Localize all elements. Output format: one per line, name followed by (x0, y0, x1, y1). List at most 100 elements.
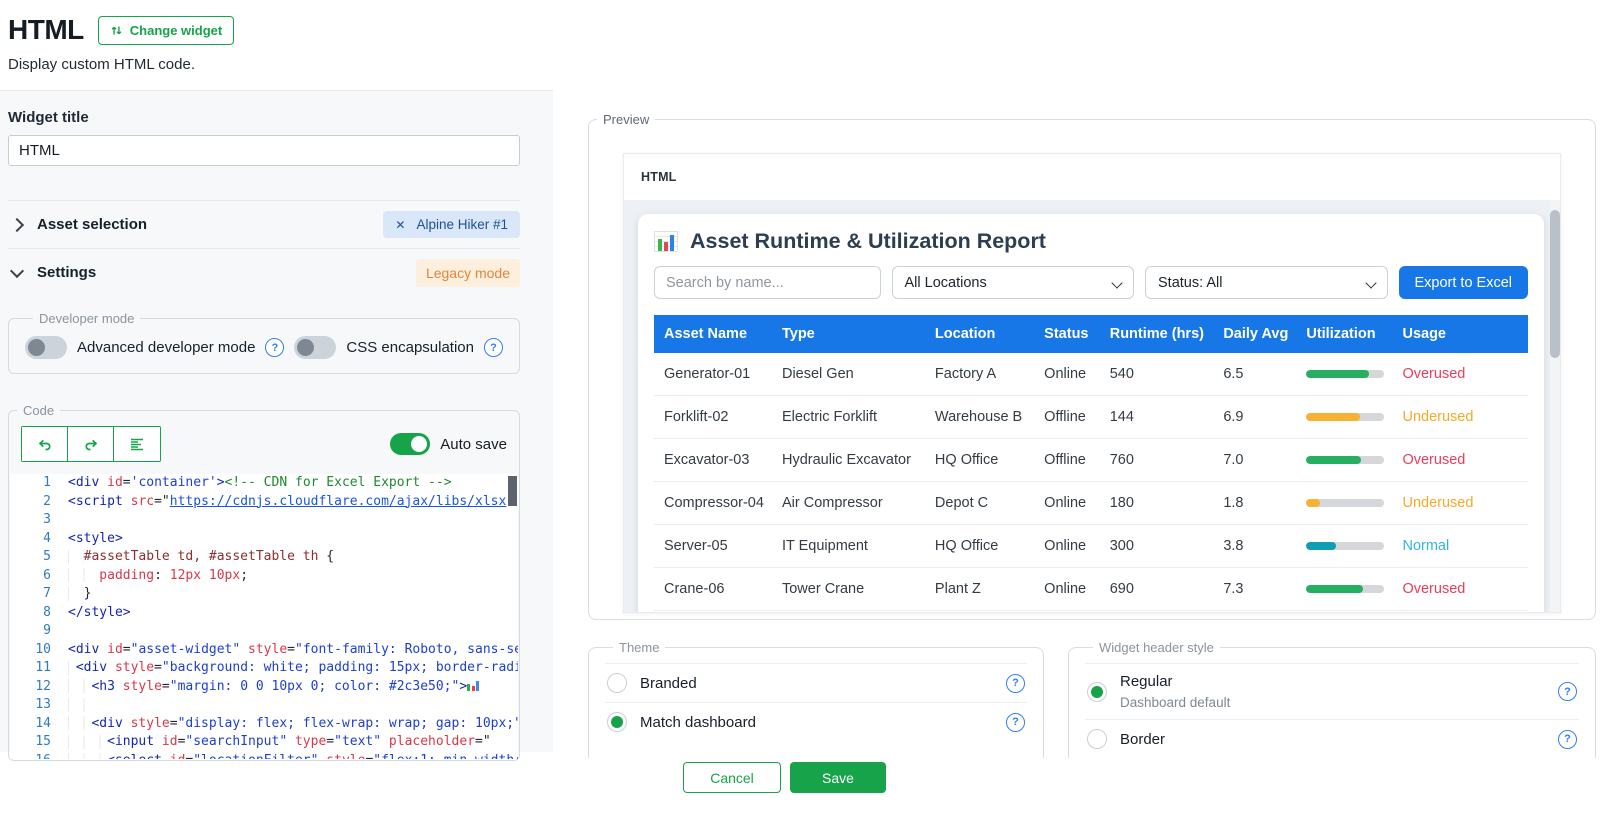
theme-legend: Theme (613, 640, 665, 655)
toggle-label: Advanced developer mode (77, 339, 255, 356)
format-code-button[interactable] (114, 427, 160, 461)
help-icon[interactable]: ? (1558, 682, 1577, 701)
theme-option-branded[interactable]: Branded? (605, 663, 1027, 702)
report-filters: All Locations Status: All Export to Exce… (654, 266, 1528, 299)
status-filter-value: Status: All (1158, 275, 1222, 291)
preview-legend: Preview (597, 112, 655, 127)
code-line[interactable] (68, 622, 518, 641)
change-widget-label: Change widget (130, 23, 222, 38)
theme-option-match-dashboard[interactable]: Match dashboard? (605, 702, 1027, 741)
code-line[interactable]: <div id='container'><!-- CDN for Excel E… (68, 474, 518, 493)
settings-label: Settings (37, 264, 96, 281)
utilization-bar (1306, 370, 1384, 378)
save-button[interactable]: Save (790, 762, 886, 793)
help-icon[interactable]: ? (265, 338, 284, 357)
code-toolbar: Auto save (9, 426, 519, 462)
column-header: Asset Name (654, 315, 772, 353)
header-style-option-border[interactable]: Border? (1085, 719, 1579, 758)
utilization-bar (1306, 456, 1384, 464)
preview-widget-header: HTML (624, 154, 1560, 201)
asset-chip[interactable]: ✕ Alpine Hiker #1 (383, 211, 520, 238)
asset-selection-label: Asset selection (37, 216, 147, 233)
swap-icon (110, 24, 123, 37)
preview-widget-body: Asset Runtime & Utilization Report All L… (624, 200, 1560, 612)
usage-label: Overused (1392, 568, 1528, 611)
settings-section[interactable]: Settings Legacy mode (8, 248, 520, 296)
asset-selection-section[interactable]: Asset selection ✕ Alpine Hiker #1 (8, 200, 520, 248)
undo-icon (37, 437, 53, 451)
utilization-bar (1306, 585, 1384, 593)
undo-button[interactable] (22, 427, 68, 461)
option-label: Regular (1120, 673, 1230, 690)
legacy-mode-badge: Legacy mode (416, 259, 520, 287)
table-row: Compressor-04Air CompressorDepot COnline… (654, 482, 1528, 525)
usage-label: Underused (1392, 396, 1528, 439)
toggle-knob (28, 339, 45, 356)
code-line[interactable]: </style> (68, 604, 518, 623)
code-line[interactable]: } (68, 585, 518, 604)
remove-asset-icon[interactable]: ✕ (395, 218, 405, 232)
radio-button[interactable] (607, 673, 627, 693)
table-row: Server-05IT EquipmentHQ OfficeOnline3003… (654, 525, 1528, 568)
editor-scrollbar[interactable] (508, 476, 517, 506)
bottom-options: Theme Branded?Match dashboard? Widget he… (0, 640, 1616, 758)
status-filter-select[interactable]: Status: All (1145, 266, 1388, 299)
toggle-label: CSS encapsulation (346, 339, 474, 356)
header-style-option-regular[interactable]: Regular Dashboard default? (1085, 663, 1579, 719)
page-subtitle: Display custom HTML code. (8, 56, 234, 73)
table-row: Crane-06Tower CranePlant ZOnline6907.3Ov… (654, 568, 1528, 611)
location-filter-select[interactable]: All Locations (892, 266, 1135, 299)
column-header: Utilization (1296, 315, 1392, 353)
column-header: Usage (1392, 315, 1528, 353)
theme-group: Theme Branded?Match dashboard? (588, 640, 1044, 758)
report-title: Asset Runtime & Utilization Report (690, 229, 1046, 254)
toggle-knob (297, 339, 314, 356)
radio-button[interactable] (607, 712, 627, 732)
code-line[interactable]: <style> (68, 530, 518, 549)
change-widget-button[interactable]: Change widget (98, 16, 234, 45)
report-search-input[interactable] (654, 266, 881, 299)
preview-panel: Preview HTML Asset Runtime & Utilization… (588, 112, 1596, 620)
code-line[interactable] (68, 511, 518, 530)
toggle-advanced-developer-mode[interactable] (25, 336, 67, 359)
developer-mode-legend: Developer mode (33, 311, 140, 326)
usage-label: Overused (1392, 439, 1528, 482)
preview-scrollbar[interactable] (1550, 200, 1560, 612)
radio-button[interactable] (1087, 729, 1107, 749)
column-header: Location (925, 315, 1034, 353)
option-label: Border (1120, 731, 1165, 748)
page-title: HTML (8, 14, 84, 46)
widget-title-label: Widget title (8, 109, 520, 126)
widget-editor-page: HTML Change widget Display custom HTML c… (0, 0, 1616, 827)
utilization-bar (1306, 413, 1384, 421)
redo-button[interactable] (68, 427, 114, 461)
usage-label: Overused (1392, 353, 1528, 396)
code-line[interactable]: <script src="https://cdnjs.cloudflare.co… (68, 493, 518, 512)
option-sublabel: Dashboard default (1120, 695, 1230, 710)
radio-button[interactable] (1087, 682, 1107, 702)
help-icon[interactable]: ? (484, 338, 503, 357)
widget-title-input[interactable] (8, 135, 520, 166)
widget-header-style-group: Widget header style RegularDashboard def… (1068, 640, 1596, 758)
autosave-toggle[interactable] (390, 433, 430, 455)
preview-scrollbar-thumb[interactable] (1550, 210, 1560, 358)
export-excel-button[interactable]: Export to Excel (1399, 266, 1529, 299)
developer-mode-group: Developer mode Advanced developer mode? … (8, 311, 520, 374)
help-icon[interactable]: ? (1006, 713, 1025, 732)
help-icon[interactable]: ? (1006, 674, 1025, 693)
code-line[interactable]: padding: 12px 10px; (68, 567, 518, 586)
footer-actions: Cancel Save (683, 762, 886, 793)
asset-table: Asset NameTypeLocationStatusRuntime (hrs… (654, 315, 1528, 611)
code-line[interactable]: #assetTable td, #assetTable th { (68, 548, 518, 567)
autosave-label: Auto save (440, 436, 507, 453)
column-header: Status (1034, 315, 1100, 353)
chevron-down-icon (10, 264, 24, 278)
toggle-css-encapsulation[interactable] (294, 336, 336, 359)
cancel-button[interactable]: Cancel (683, 762, 781, 793)
chevron-right-icon (10, 217, 24, 231)
option-label: Branded (640, 675, 697, 692)
usage-label: Normal (1392, 525, 1528, 568)
help-icon[interactable]: ? (1558, 730, 1577, 749)
bar-chart-icon (654, 231, 678, 252)
column-header: Daily Avg (1213, 315, 1296, 353)
